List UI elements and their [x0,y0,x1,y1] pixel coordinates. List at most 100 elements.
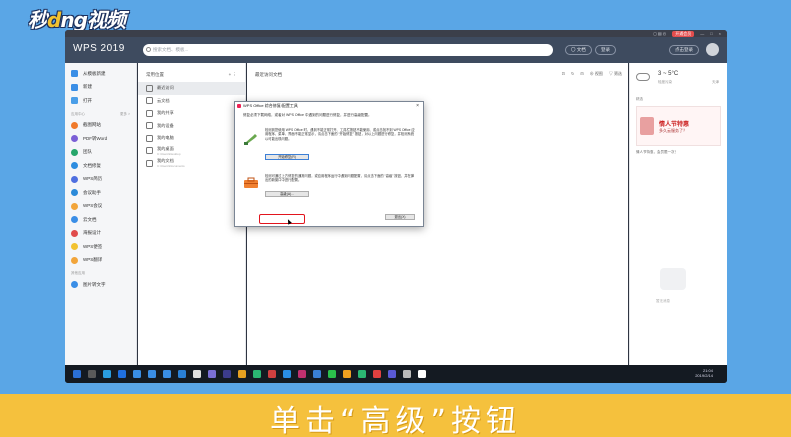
location-icon [146,84,153,92]
more-icon[interactable]: + ⋮ [229,72,237,78]
recent-location-item[interactable]: 我的文档 C:\Users\Documents [138,157,245,170]
sidebar-app-item[interactable]: 截图网站 [65,119,136,133]
taskbar-app-icon[interactable] [163,370,171,378]
app-label: 团队 [83,149,92,155]
app-icon [71,162,78,170]
taskbar-app-icon[interactable] [268,370,276,378]
sidebar-app-item[interactable]: 海报设计 [65,227,136,241]
login-button[interactable]: 点击登录 [669,45,699,55]
taskbar-app-icon[interactable] [418,370,426,378]
minimize-icon[interactable]: — [700,31,704,36]
sidebar-app-item[interactable]: PDF转Word [65,132,136,146]
login-small-button[interactable]: 登录 [595,45,616,55]
new-icon [71,83,78,91]
location-text: 我的共享 [157,110,174,116]
taskbar-app-icon[interactable] [373,370,381,378]
recent-location-item[interactable]: 最近访问 [138,82,245,95]
taskbar-app-icon[interactable] [298,370,306,378]
location-icon [146,97,153,105]
sidebar-app-item[interactable]: WPS简历 [65,173,136,187]
taskbar-app-icon[interactable] [88,370,96,378]
taskbar-app-icon[interactable] [103,370,111,378]
more-link[interactable]: 更多 > [120,112,130,117]
app-group-header: 应用中心 更多 > [71,111,130,117]
ocr-icon [71,281,78,289]
docs-button[interactable]: 〇 文档 [565,45,592,55]
sidebar-app-item[interactable]: 云文档 [65,213,136,227]
start-repair-button[interactable]: 开始修复(R) [265,154,309,160]
weather-city: 天津 [712,80,719,84]
location-icon [146,109,153,117]
taskbar-app-icon[interactable] [193,370,201,378]
location-icon [146,122,153,130]
dialog-close-button[interactable]: × [416,102,419,110]
tool-icon-2[interactable]: ↻ [571,71,574,77]
recent-header: 常用位置 + ⋮ [146,72,237,78]
sidebar-app-item[interactable]: 会议助手 [65,186,136,200]
taskbar-app-icon[interactable] [238,370,246,378]
system-tray[interactable]: 21:04 2019/2/14 [695,368,713,378]
app-icon [71,189,78,197]
taskbar-app-icon[interactable] [343,370,351,378]
app-icon [71,135,78,143]
weather-temp: 3 ~ 5°C [658,71,679,77]
location-icon [146,134,153,142]
tool-icon-3[interactable]: ⊟ [580,71,583,77]
recent-location-item[interactable]: 我的桌面 C:\Users\Desktop [138,145,245,158]
taskbar-app-icon[interactable] [148,370,156,378]
taskbar-app-icon[interactable] [253,370,261,378]
maximize-icon[interactable]: □ [710,31,712,36]
repair-dialog: WPS Office 综合修复/配置工具 × 修复必须下载网络，或者对 WPS … [234,101,424,227]
sidebar-app-item[interactable]: WPS会议 [65,200,136,214]
sidebar-item-new[interactable]: 新建 [65,81,136,95]
location-icon [146,147,153,155]
sidebar-app-item[interactable]: WPS翻译 [65,254,136,268]
sidebar-app-item[interactable]: WPS便签 [65,240,136,254]
recent-location-item[interactable]: 我的共享 [138,107,245,120]
taskbar-app-icon[interactable] [403,370,411,378]
recent-location-item[interactable]: 云文档 [138,95,245,108]
view-button[interactable]: ⊕ 视图 [590,71,603,77]
app-icon [71,175,78,183]
taskbar-app-icon[interactable] [388,370,396,378]
exit-button[interactable]: 退出(X) [385,214,415,220]
location-label: 我的文档 [157,158,174,164]
taskbar-app-icon[interactable] [358,370,366,378]
promo-card[interactable]: 情人节特惠 多久云服务了？ [636,106,721,146]
sidebar-app-item[interactable]: 团队 [65,146,136,160]
taskbar-app-icon[interactable] [133,370,141,378]
avatar[interactable] [706,43,719,56]
location-label: 云文档 [157,97,170,103]
taskbar-app-icon[interactable] [328,370,336,378]
sidebar-item-open[interactable]: 打开 [65,94,136,108]
window-controls-icon[interactable]: ◻ ▤ ◴ [653,31,666,36]
advanced-button[interactable]: 高级(A)... [265,191,309,197]
taskbar-app-icon[interactable] [73,370,81,378]
recent-location-item[interactable]: 我的电脑 [138,132,245,145]
search-icon [146,47,151,52]
taskbar-app-icon[interactable] [283,370,291,378]
filter-button[interactable]: ▽ 筛选 [609,71,622,77]
recent-location-item[interactable]: 我的设备 [138,120,245,133]
taskbar-app-icon[interactable] [223,370,231,378]
location-path: C:\Users\Desktop [157,151,181,156]
taskbar-app-icon[interactable] [178,370,186,378]
sidebar-item-ocr[interactable]: 图片转文字 [65,278,136,292]
close-icon[interactable]: × [719,31,721,36]
vip-badge[interactable]: 开通会员 [672,30,695,37]
taskbar-app-icon[interactable] [208,370,216,378]
app-label: 海报设计 [83,230,101,236]
search-placeholder: 搜索文档、模板... [153,47,189,52]
weather-widget[interactable]: 3 ~ 5°C 轻度污染 天津 [636,71,721,89]
taskbar-app-icon[interactable] [313,370,321,378]
app-label: WPS翻译 [83,257,103,263]
sidebar-item-template[interactable]: 从模板新建 [65,67,136,81]
app-logo: WPS 2019 [73,43,125,54]
recent-locations: 常用位置 + ⋮ 最近访问云文档我的共享我的设备 我的电脑 我的桌面 C:\Users\… [138,63,246,365]
search-input[interactable]: 搜索文档、模板... [143,44,553,56]
sidebar-app-item[interactable]: 文档修复 [65,159,136,173]
dialog-intro: 修复必须下载网络，或者对 WPS Office 中遇到的问题进行修复，并进行高级… [243,113,372,117]
location-text: 我的桌面 C:\Users\Desktop [157,146,181,156]
tool-icon-1[interactable]: ⊡ [562,71,565,77]
taskbar-app-icon[interactable] [118,370,126,378]
